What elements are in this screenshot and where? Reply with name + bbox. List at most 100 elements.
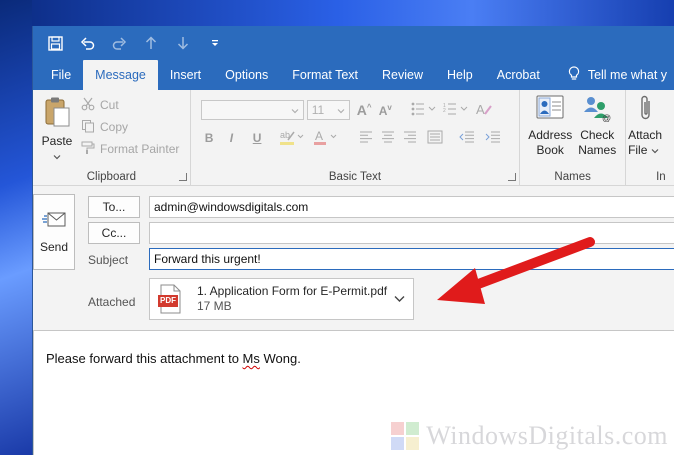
undo-icon[interactable] [79,35,95,51]
paperclip-icon [638,94,654,126]
to-button[interactable]: To... [88,196,140,218]
basic-text-group: 11 A^ Av 12 A B I U ab A Basic Text [191,90,521,186]
chevron-down-icon [651,149,659,154]
chevron-down-icon [53,149,61,164]
shrink-font-icon[interactable]: Av [379,103,392,118]
font-size-combo[interactable]: 11 [306,100,350,120]
attachment-card[interactable]: PDF 1. Application Form for E-Permit.pdf… [149,278,414,320]
body-misspelled-word[interactable]: Ms [243,351,260,366]
align-center-icon[interactable] [381,131,395,146]
chevron-down-icon [337,103,345,117]
attach-file-label-1: Attach [628,128,663,142]
tab-help[interactable]: Help [435,60,485,90]
body-text-end: Wong. [259,351,301,366]
arrow-down-icon[interactable] [175,35,191,51]
paste-label: Paste [41,134,73,148]
arrow-up-icon[interactable] [143,35,159,51]
svg-text:2: 2 [443,108,446,114]
tab-insert[interactable]: Insert [158,60,213,90]
font-color-icon[interactable]: A [313,128,339,149]
names-group-label: Names [554,171,591,183]
desktop-wallpaper-top [0,0,674,26]
increase-indent-icon[interactable] [485,131,501,146]
svg-text:A: A [476,102,485,117]
tab-message[interactable]: Message [83,60,158,90]
body-text-start: Please forward this attachment to [46,351,243,366]
align-left-icon[interactable] [359,131,373,146]
windows-logo-icon [391,422,420,450]
check-names-label-2: Names [578,143,617,157]
attach-file-label-2: File [628,143,648,157]
cut-button[interactable]: Cut [81,94,179,116]
attach-file-label-2-wrap: File [628,143,659,158]
attach-file-button[interactable]: Attach File [628,94,672,158]
check-names-label-1: Check [580,128,615,142]
watermark-text: WindowsDigitals.com [426,421,668,450]
bullets-icon[interactable] [411,102,437,119]
check-names-button[interactable]: @ Check Names [574,94,620,158]
attached-label: Attached [88,295,136,309]
tell-me-label: Tell me what y [587,68,668,82]
format-painter-icon [81,141,95,158]
tell-me-search[interactable]: Tell me what y [552,60,674,90]
chevron-down-icon [291,103,299,117]
align-right-icon[interactable] [403,131,417,146]
customize-qat-icon[interactable] [207,35,223,51]
tab-file[interactable]: File [39,60,83,90]
include-group-label: In [656,171,666,183]
paste-icon [42,96,72,132]
svg-text:A: A [315,129,323,143]
send-icon [41,211,67,232]
names-group: Address Book @ Check Names Names [520,90,627,186]
cut-label: Cut [100,98,119,112]
address-book-button[interactable]: Address Book [528,94,572,158]
copy-button[interactable]: Copy [81,116,179,138]
attachment-name: 1. Application Form for E-Permit.pdf [197,284,388,298]
highlight-icon[interactable]: ab [279,128,305,149]
basic-text-group-label: Basic Text [328,171,382,183]
font-size-value: 11 [311,103,325,117]
scissors-icon [81,97,95,114]
clipboard-group-label: Clipboard [86,171,136,183]
pdf-file-icon: PDF [158,284,182,314]
underline-button[interactable]: U [253,131,262,145]
decrease-indent-icon[interactable] [459,131,475,146]
format-painter-button[interactable]: Format Painter [81,138,179,160]
format-painter-label: Format Painter [100,142,180,156]
tab-format-text[interactable]: Format Text [280,60,370,90]
red-arrow-annotation [437,237,595,304]
redo-icon[interactable] [111,35,127,51]
copy-label: Copy [100,120,129,134]
check-names-icon: @ [582,94,612,126]
subject-label: Subject [88,253,129,267]
tab-options[interactable]: Options [213,60,280,90]
lightbulb-icon [568,66,580,84]
address-book-label-1: Address [528,128,573,142]
quick-access-toolbar [33,26,674,60]
attachment-size: 17 MB [197,299,232,313]
cc-button[interactable]: Cc... [88,222,140,244]
clear-formatting-icon[interactable]: A [475,101,493,120]
send-label: Send [39,239,69,254]
paste-button[interactable]: Paste [39,96,75,164]
pdf-badge: PDF [158,295,178,307]
include-group: Attach File In [626,90,674,186]
watermark: WindowsDigitals.com [390,421,668,451]
clipboard-launcher-icon[interactable] [178,173,187,181]
bold-button[interactable]: B [205,131,214,145]
tab-acrobat[interactable]: Acrobat [485,60,552,90]
font-name-combo[interactable] [200,100,304,120]
desktop-wallpaper-left [0,0,32,455]
save-icon[interactable] [47,35,63,51]
ribbon: Paste Cut Copy Format Painter Clipboard … [33,90,674,186]
basic-text-launcher-icon[interactable] [508,173,517,181]
tab-review[interactable]: Review [370,60,435,90]
address-book-icon [535,94,565,126]
copy-icon [81,119,95,136]
numbering-icon[interactable]: 12 [443,102,469,119]
justify-icon[interactable] [427,130,443,147]
address-book-label-2: Book [536,143,564,157]
send-button[interactable]: Send [33,194,75,270]
grow-font-icon[interactable]: A^ [357,102,372,118]
italic-button[interactable]: I [230,131,233,145]
